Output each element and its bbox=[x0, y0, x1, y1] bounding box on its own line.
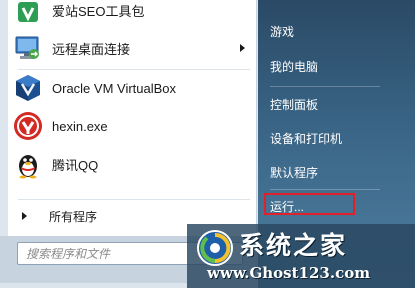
program-label: 腾讯QQ bbox=[52, 157, 99, 173]
aizhan-seo-icon bbox=[12, 0, 44, 26]
program-item-qq[interactable]: 腾讯QQ bbox=[8, 146, 257, 182]
watermark-title: 系统之家 bbox=[239, 231, 348, 260]
program-item-virtualbox[interactable]: Oracle VM VirtualBox bbox=[8, 70, 257, 106]
program-label: Oracle VM VirtualBox bbox=[52, 80, 177, 96]
separator bbox=[270, 86, 380, 87]
right-item-devices-printers[interactable]: 设备和打印机 bbox=[258, 124, 415, 152]
bottom-strip bbox=[0, 283, 187, 288]
program-item-aizhan-seo[interactable]: 爱站SEO工具包 bbox=[8, 0, 257, 28]
virtualbox-icon bbox=[12, 72, 44, 104]
system-home-logo-icon bbox=[195, 228, 235, 268]
right-item-my-computer[interactable]: 我的电脑 bbox=[258, 52, 415, 80]
right-item-control-panel[interactable]: 控制面板 bbox=[258, 90, 415, 118]
program-label: 远程桌面连接 bbox=[52, 41, 131, 57]
program-label: 爱站SEO工具包 bbox=[52, 3, 145, 19]
programs-pane: 爱站SEO工具包 远程桌面连接 Oracle VM VirtualBox hex… bbox=[8, 0, 257, 236]
remote-desktop-icon bbox=[12, 32, 44, 64]
all-programs-label: 所有程序 bbox=[49, 209, 98, 224]
program-label: hexin.exe bbox=[52, 118, 108, 134]
hexin-icon bbox=[12, 110, 44, 142]
qq-penguin-icon bbox=[12, 148, 44, 180]
submenu-arrow-icon bbox=[240, 44, 245, 52]
arrow-right-icon bbox=[22, 212, 27, 220]
right-item-games[interactable]: 游戏 bbox=[258, 17, 415, 45]
watermark-url: www.Ghost123.com bbox=[207, 264, 371, 282]
separator bbox=[18, 199, 250, 200]
program-item-hexin[interactable]: hexin.exe bbox=[8, 108, 257, 144]
program-item-remote-desktop[interactable]: 远程桌面连接 bbox=[8, 30, 257, 66]
run-highlight-box bbox=[264, 193, 355, 215]
start-menu: 爱站SEO工具包 远程桌面连接 Oracle VM VirtualBox hex… bbox=[0, 0, 415, 288]
separator bbox=[270, 189, 380, 190]
right-item-default-programs[interactable]: 默认程序 bbox=[258, 158, 415, 186]
watermark: 系统之家 www.Ghost123.com bbox=[187, 224, 415, 288]
